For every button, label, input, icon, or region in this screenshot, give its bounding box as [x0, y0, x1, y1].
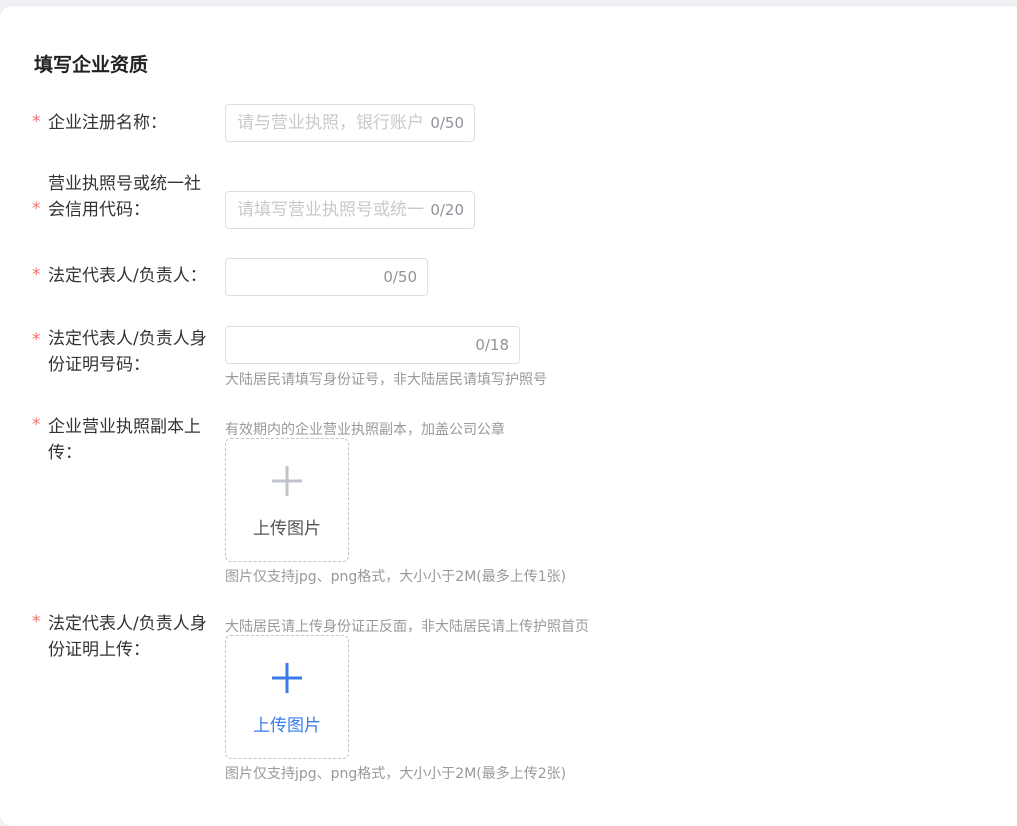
company-name-count: 0/50 — [430, 114, 464, 132]
legal-rep-id-label-line1: 法定代表人/负责人身 — [48, 329, 207, 349]
license-upload-button[interactable]: 上传图片 — [225, 438, 349, 562]
plus-icon — [271, 465, 303, 497]
legal-rep-id-field[interactable]: 0/18 — [225, 326, 520, 364]
legal-rep-field[interactable]: 0/50 — [225, 258, 428, 296]
license-upload-hint-top: 有效期内的企业营业执照副本，加盖公司公章 — [225, 422, 505, 438]
license-number-field[interactable]: 0/20 — [225, 191, 475, 229]
required-mark: * — [32, 265, 41, 285]
required-mark: * — [32, 112, 41, 132]
legal-rep-id-input[interactable] — [226, 327, 477, 363]
plus-icon — [271, 662, 303, 694]
required-mark: * — [32, 199, 41, 219]
legal-rep-id-label-line2: 份证明号码： — [48, 355, 150, 375]
id-upload-label-line2: 份证明上传： — [48, 640, 150, 660]
license-upload-label: 企业营业执照副本上 传： — [48, 414, 218, 466]
page-title: 填写企业资质 — [34, 54, 149, 76]
license-number-label-line1: 营业执照号或统一社 — [48, 174, 201, 194]
required-mark: * — [32, 612, 41, 632]
license-number-label-line2: 会信用代码： — [48, 200, 150, 220]
id-upload-hint-top: 大陆居民请上传身份证正反面，非大陆居民请上传护照首页 — [225, 619, 589, 635]
license-upload-label-line2: 传： — [48, 443, 82, 463]
legal-rep-id-hint: 大陆居民请填写身份证号，非大陆居民请填写护照号 — [225, 372, 547, 388]
license-upload-hint-bottom: 图片仅支持jpg、png格式，大小小于2M(最多上传1张) — [225, 569, 567, 585]
company-name-input[interactable] — [226, 105, 437, 141]
license-number-count: 0/20 — [430, 201, 464, 219]
legal-rep-label: 法定代表人/负责人： — [48, 266, 207, 286]
legal-rep-id-label: 法定代表人/负责人身 份证明号码： — [48, 326, 218, 378]
company-name-field[interactable]: 0/50 — [225, 104, 475, 142]
id-upload-button-label: 上传图片 — [253, 716, 321, 736]
required-mark: * — [32, 415, 41, 435]
license-upload-label-line1: 企业营业执照副本上 — [48, 417, 201, 437]
required-mark: * — [32, 330, 41, 350]
legal-rep-count: 0/50 — [383, 268, 417, 286]
id-upload-label-line1: 法定代表人/负责人身 — [48, 614, 207, 634]
license-upload-button-label: 上传图片 — [253, 519, 321, 539]
id-upload-hint-bottom: 图片仅支持jpg、png格式，大小小于2M(最多上传2张) — [225, 766, 567, 782]
id-upload-label: 法定代表人/负责人身 份证明上传： — [48, 611, 218, 663]
form-card: 填写企业资质 * 企业注册名称： 0/50 * 营业执照号或统一社 会信用代码：… — [0, 6, 1017, 826]
legal-rep-input[interactable] — [226, 259, 387, 295]
legal-rep-id-count: 0/18 — [475, 336, 509, 354]
license-number-label: 营业执照号或统一社 会信用代码： — [48, 171, 218, 223]
license-number-input[interactable] — [226, 192, 437, 228]
company-name-label: 企业注册名称： — [48, 113, 167, 133]
id-upload-button[interactable]: 上传图片 — [225, 635, 349, 759]
